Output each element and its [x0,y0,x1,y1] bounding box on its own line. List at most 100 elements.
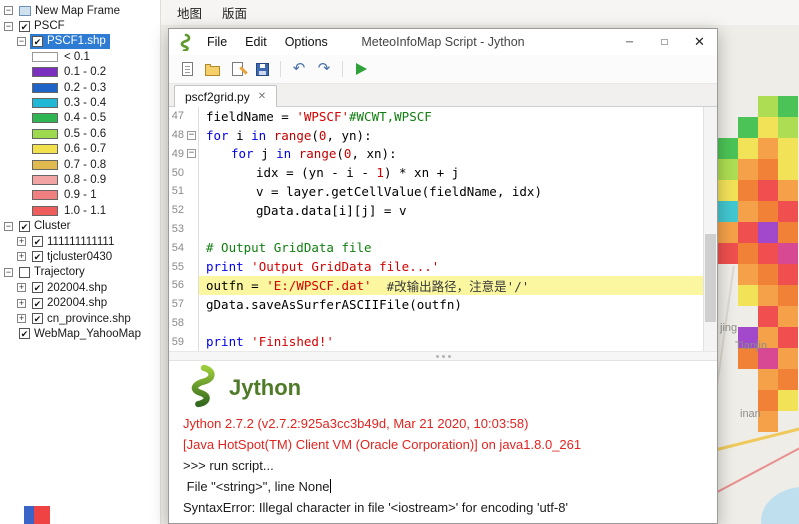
layer-checkbox[interactable] [19,267,30,278]
layer-checkbox[interactable]: ✔ [32,298,43,309]
menu-edit[interactable]: Edit [236,31,276,53]
expander-minus-icon[interactable]: − [4,22,13,31]
code-text[interactable]: print 'Finished!' [199,332,717,351]
code-line[interactable]: 50idx = (yn - i - 1) * xn + j [169,163,717,182]
code-editor[interactable]: 47fieldName = 'WPSCF'#WCWT,WPSCF48−for i… [169,107,717,351]
layer-checkbox[interactable]: ✔ [32,313,43,324]
expander-minus-icon[interactable]: − [4,222,13,231]
legend-item[interactable]: 0.5 - 0.6 [0,126,160,141]
tree-node[interactable]: −✔PSCF [0,18,160,33]
save-as-button[interactable] [228,60,246,78]
tree-node[interactable]: +✔cn_province.shp [0,311,160,326]
code-text[interactable]: idx = (yn - i - 1) * xn + j [199,163,717,182]
undo-button[interactable]: ↶ [290,60,308,78]
code-line[interactable]: 49−for j in range(0, xn): [169,145,717,164]
layer-checkbox[interactable]: ✔ [32,236,43,247]
new-file-button[interactable] [178,60,196,78]
redo-button[interactable]: ↷ [315,60,333,78]
minimize-button[interactable]: ─ [612,29,647,55]
layer-checkbox[interactable]: ✔ [32,251,43,262]
tab-pscf2grid[interactable]: pscf2grid.py ✕ [174,85,277,107]
menu-file[interactable]: File [198,31,236,53]
legend-item[interactable]: 0.6 - 0.7 [0,142,160,157]
save-button[interactable] [253,60,271,78]
splitter[interactable] [169,351,717,361]
tree-node[interactable]: −✔PSCF1.shp [0,34,160,49]
code-text[interactable] [199,220,717,239]
expander-plus-icon[interactable]: + [17,314,26,323]
expander-plus-icon[interactable]: + [17,299,26,308]
layer-checkbox[interactable]: ✔ [32,36,43,47]
menu-map[interactable]: 地图 [167,0,212,25]
layer-checkbox[interactable]: ✔ [19,21,30,32]
code-text[interactable]: fieldName = 'WPSCF'#WCWT,WPSCF [199,107,717,126]
code-text[interactable]: print 'Output GridData file...' [199,257,717,276]
code-line[interactable]: 52gData.data[i][j] = v [169,201,717,220]
console[interactable]: Jython Jython 2.7.2 (v2.7.2:925a3cc3b49d… [169,361,717,523]
legend-item[interactable]: 0.2 - 0.3 [0,80,160,95]
editor-scrollbar[interactable] [703,107,717,351]
pscf-grid-cell [758,390,778,411]
code-line[interactable]: 58 [169,313,717,332]
tree-node[interactable]: +✔202004.shp [0,295,160,310]
expander-plus-icon[interactable]: + [17,252,26,261]
legend-item[interactable]: 0.4 - 0.5 [0,111,160,126]
code-line[interactable]: 47fieldName = 'WPSCF'#WCWT,WPSCF [169,107,717,126]
scrollbar-thumb[interactable] [705,234,716,322]
legend-item[interactable]: 0.9 - 1 [0,188,160,203]
tree-node[interactable]: +✔tjcluster0430 [0,249,160,264]
tree-node[interactable]: −New Map Frame [0,3,160,18]
legend-item[interactable]: < 0.1 [0,49,160,64]
code-text[interactable] [199,313,717,332]
code-text[interactable]: for i in range(0, yn): [199,126,717,145]
code-text[interactable]: # Output GridData file [199,238,717,257]
legend-item[interactable]: 0.3 - 0.4 [0,95,160,110]
titlebar[interactable]: File Edit Options MeteoInfoMap Script - … [169,29,717,55]
code-text[interactable]: gData.data[i][j] = v [199,201,717,220]
open-file-button[interactable] [203,60,221,78]
jython-logo-text: Jython [229,375,301,401]
tree-node[interactable]: +✔111111111111 [0,234,160,249]
code-text[interactable]: outfn = 'E:/WPSCF.dat' #改输出路径，注意是'/' [199,276,717,295]
tree-node[interactable]: −Trajectory [0,265,160,280]
tab-close-icon[interactable]: ✕ [258,91,266,102]
pscf-grid-cell [758,243,778,264]
code-line[interactable]: 48−for i in range(0, yn): [169,126,717,145]
menu-options[interactable]: Options [276,31,337,53]
fold-minus-icon[interactable]: − [187,149,196,158]
legend-item[interactable]: 0.7 - 0.8 [0,157,160,172]
layer-checkbox[interactable]: ✔ [19,328,30,339]
legend-item[interactable]: 0.8 - 0.9 [0,172,160,187]
maximize-button[interactable]: □ [647,29,682,55]
tree-node[interactable]: ✔WebMap_YahooMap [0,326,160,341]
code-token: v = layer.getCellValue(fieldName, idx) [256,184,542,199]
expander-plus-icon[interactable]: + [17,283,26,292]
close-button[interactable]: ✕ [682,29,717,55]
code-token: for [231,146,254,161]
run-button[interactable] [352,60,370,78]
code-line[interactable]: 53 [169,220,717,239]
code-line[interactable]: 59print 'Finished!' [169,332,717,351]
menu-layout[interactable]: 版面 [212,0,257,25]
expander-minus-icon[interactable]: − [4,268,13,277]
code-line[interactable]: 57gData.saveAsSurferASCIIFile(outfn) [169,295,717,314]
legend-item[interactable]: 1.0 - 1.1 [0,203,160,218]
code-line[interactable]: 55print 'Output GridData file...' [169,257,717,276]
code-text[interactable]: gData.saveAsSurferASCIIFile(outfn) [199,295,717,314]
code-token: , xn): [351,146,396,161]
expander-minus-icon[interactable]: − [4,6,13,15]
jython-logo-icon [183,364,221,413]
layer-checkbox[interactable]: ✔ [19,221,30,232]
code-text[interactable]: v = layer.getCellValue(fieldName, idx) [199,182,717,201]
code-line[interactable]: 56outfn = 'E:/WPSCF.dat' #改输出路径，注意是'/' [169,276,717,295]
code-line[interactable]: 51v = layer.getCellValue(fieldName, idx) [169,182,717,201]
code-line[interactable]: 54# Output GridData file [169,238,717,257]
layer-checkbox[interactable]: ✔ [32,282,43,293]
fold-minus-icon[interactable]: − [187,131,196,140]
tree-node[interactable]: −✔Cluster [0,218,160,233]
legend-item[interactable]: 0.1 - 0.2 [0,65,160,80]
expander-plus-icon[interactable]: + [17,237,26,246]
code-text[interactable]: for j in range(0, xn): [199,145,717,164]
expander-minus-icon[interactable]: − [17,37,26,46]
tree-node[interactable]: +✔202004.shp [0,280,160,295]
